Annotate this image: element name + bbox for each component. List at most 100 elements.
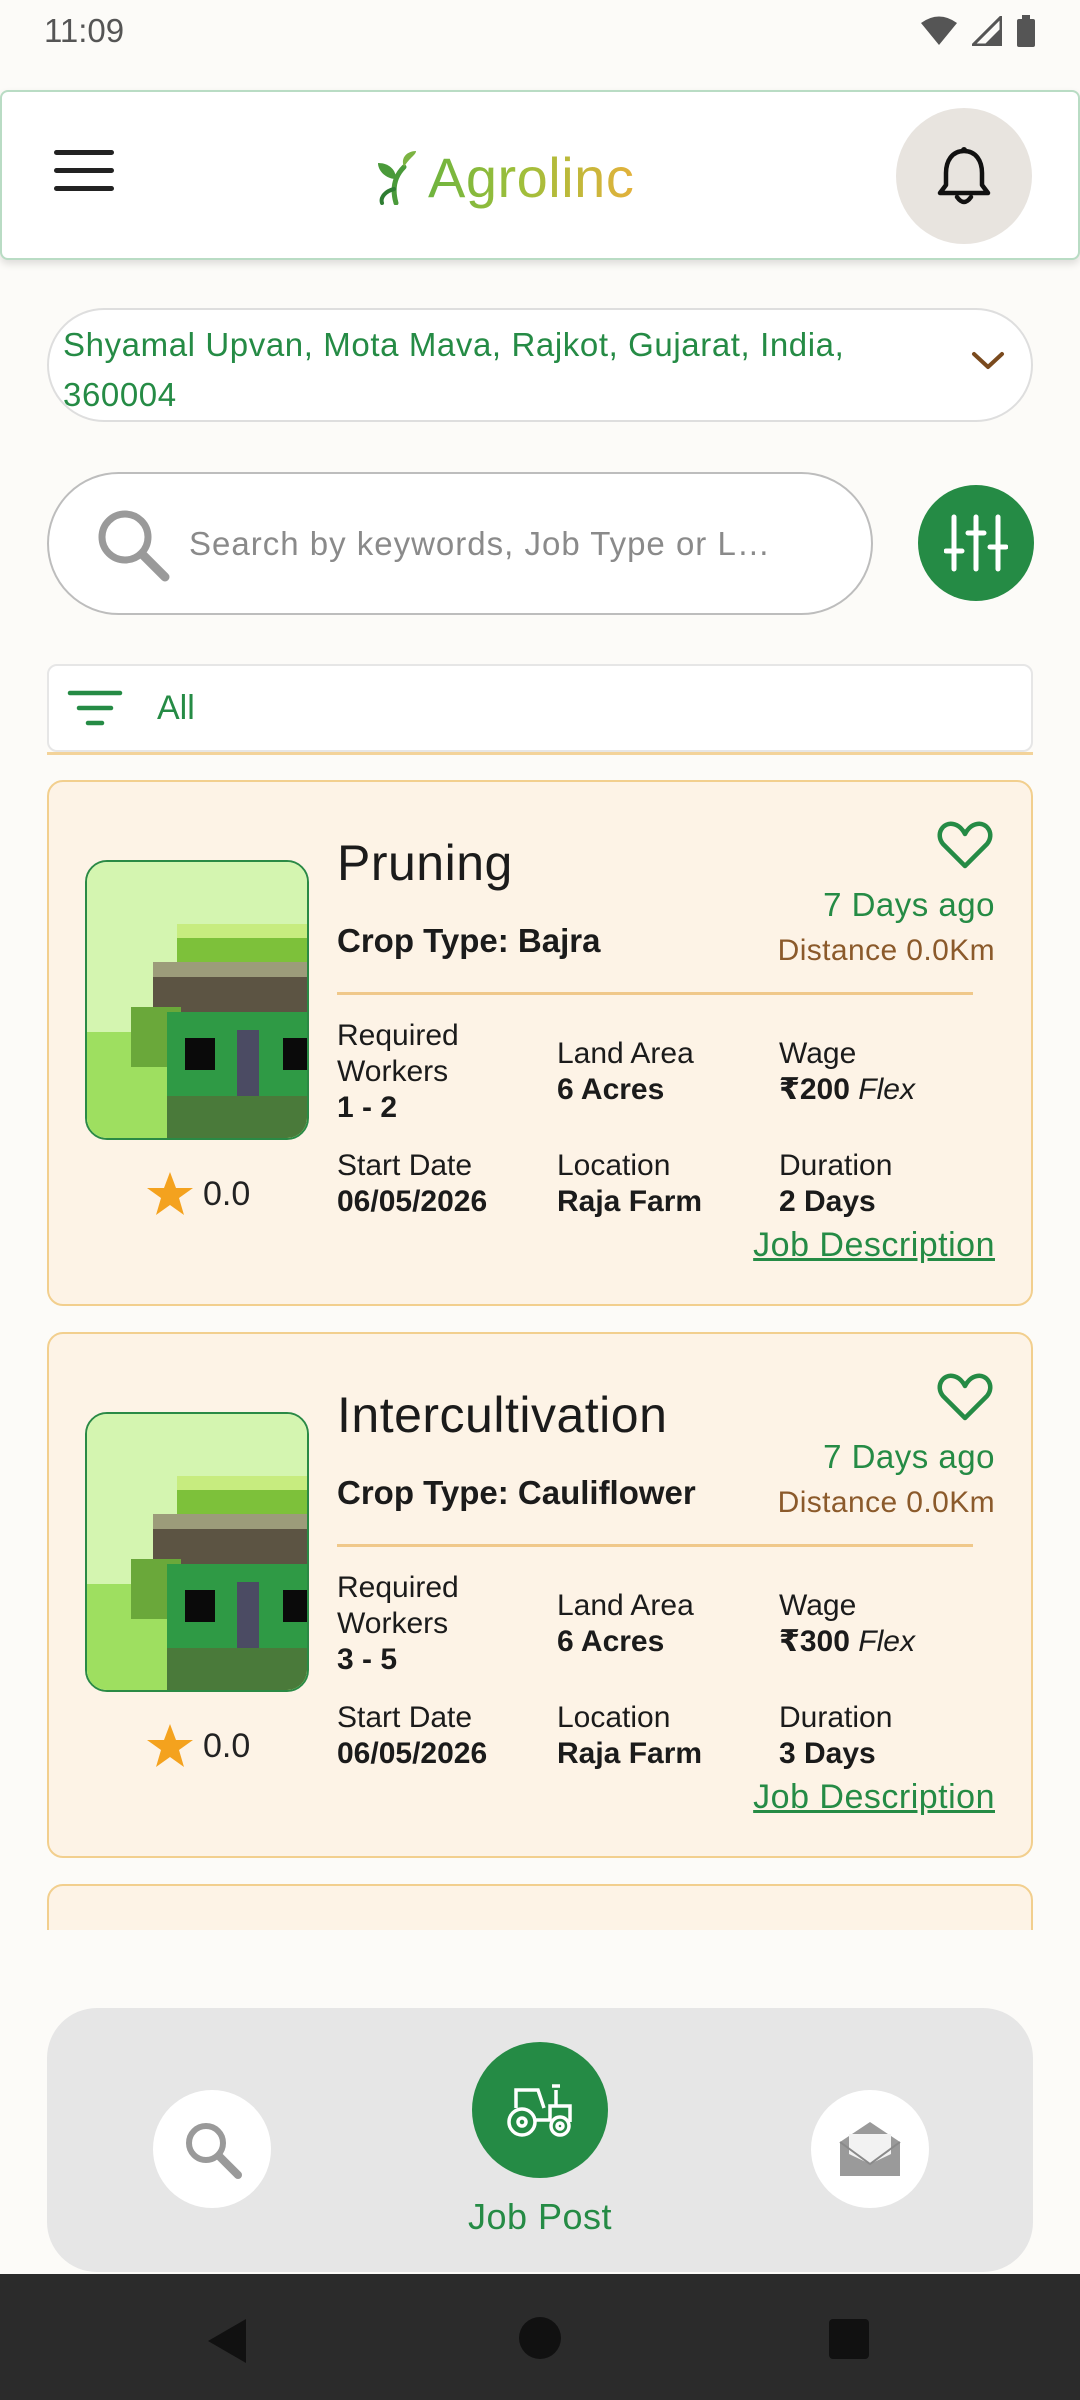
category-selected: All xyxy=(157,688,195,727)
wage: Wage ₹300 Flex xyxy=(779,1588,915,1660)
start-date-label: Start Date xyxy=(337,1701,473,1734)
distance: Distance 0.0Km xyxy=(777,934,995,967)
job-list[interactable]: 0.0 Pruning Crop Type: Bajra 7 Days ago … xyxy=(0,760,1080,1930)
nav-search-button[interactable] xyxy=(153,2090,271,2208)
distance: Distance 0.0Km xyxy=(777,1486,995,1519)
duration-label: Duration xyxy=(779,1701,893,1734)
job-card[interactable]: 0.0 Pruning Crop Type: Bajra 7 Days ago … xyxy=(47,780,1033,1306)
job-card[interactable]: 0.0 Intercultivation Crop Type: Cauliflo… xyxy=(47,1332,1033,1858)
wifi-icon xyxy=(921,16,957,45)
wage-label: Wage xyxy=(779,1589,857,1622)
envelope-open-icon xyxy=(839,2122,901,2176)
filter-settings-button[interactable] xyxy=(918,485,1034,601)
home-icon[interactable] xyxy=(518,2316,562,2360)
required-workers: Required Workers 3 - 5 xyxy=(337,1570,527,1678)
job-title: Pruning xyxy=(337,835,513,891)
farm-house-image xyxy=(87,862,307,1138)
crop-type: Crop Type: Cauliflower xyxy=(337,1474,696,1511)
cellular-signal-icon xyxy=(972,16,1002,46)
back-icon[interactable] xyxy=(204,2316,250,2366)
sliders-icon xyxy=(944,514,1008,572)
land-area-value: 6 Acres xyxy=(557,1073,665,1106)
rating-value: 0.0 xyxy=(203,1174,251,1213)
nav-job-post-label: Job Post xyxy=(467,2196,613,2237)
job-location-label: Location xyxy=(557,1701,671,1734)
rating: 0.0 xyxy=(145,1170,250,1218)
farm-house-image xyxy=(87,1414,307,1690)
duration-value: 3 Days xyxy=(779,1737,876,1770)
required-workers-value: 3 - 5 xyxy=(337,1643,398,1676)
land-area-value: 6 Acres xyxy=(557,1625,665,1658)
status-time: 11:09 xyxy=(44,12,125,49)
start-date: Start Date 06/05/2026 xyxy=(337,1148,487,1220)
wage-type: Flex xyxy=(858,1625,915,1658)
job-thumbnail xyxy=(85,1412,309,1692)
wage: Wage ₹200 Flex xyxy=(779,1036,915,1108)
wage-value: ₹300 xyxy=(779,1625,850,1658)
job-description-link[interactable]: Job Description xyxy=(753,1226,995,1265)
category-filter-bar[interactable]: All xyxy=(47,664,1033,752)
wage-label: Wage xyxy=(779,1037,857,1070)
card-divider xyxy=(337,1544,973,1547)
star-icon xyxy=(147,1724,193,1767)
required-workers-label: Required Workers xyxy=(337,1571,459,1640)
wage-value: ₹200 xyxy=(779,1073,850,1106)
app-logo: Agrolinc xyxy=(374,142,634,212)
system-navigation-bar xyxy=(0,2274,1080,2400)
star-icon xyxy=(147,1172,193,1215)
required-workers-label: Required Workers xyxy=(337,1019,459,1088)
menu-bar-2 xyxy=(54,168,114,173)
job-location-value: Raja Farm xyxy=(557,1737,703,1770)
start-date-value: 06/05/2026 xyxy=(337,1737,488,1770)
filter-list-icon xyxy=(67,690,123,726)
job-location-label: Location xyxy=(557,1149,671,1182)
chevron-down-icon xyxy=(972,352,1004,369)
battery-icon xyxy=(1017,15,1035,47)
search-icon xyxy=(98,510,170,581)
menu-bar-3 xyxy=(54,186,114,191)
location-selector[interactable]: Shyamal Upvan, Mota Mava, Rajkot, Gujara… xyxy=(47,308,1033,422)
leaf-logo-icon xyxy=(378,151,416,205)
status-icons xyxy=(920,15,1036,47)
search-bar[interactable]: Search by keywords, Job Type or L… xyxy=(47,472,873,615)
start-date-label: Start Date xyxy=(337,1149,473,1182)
land-area: Land Area 6 Acres xyxy=(557,1588,694,1660)
required-workers-value: 1 - 2 xyxy=(337,1091,398,1124)
land-area-label: Land Area xyxy=(557,1589,694,1622)
heart-icon[interactable] xyxy=(937,1372,993,1422)
location-address: Shyamal Upvan, Mota Mava, Rajkot, Gujara… xyxy=(63,326,845,413)
nav-job-post-button[interactable] xyxy=(472,2042,608,2178)
start-date: Start Date 06/05/2026 xyxy=(337,1700,487,1772)
menu-bar-1 xyxy=(54,150,114,155)
nav-messages-button[interactable] xyxy=(811,2090,929,2208)
posted-ago: 7 Days ago xyxy=(823,886,995,923)
search-icon xyxy=(186,2123,242,2179)
heart-icon[interactable] xyxy=(937,820,993,870)
app-header: Agrolinc xyxy=(0,90,1080,260)
land-area-label: Land Area xyxy=(557,1037,694,1070)
recents-icon[interactable] xyxy=(828,2318,870,2360)
notification-button[interactable] xyxy=(896,108,1032,244)
land-area: Land Area 6 Acres xyxy=(557,1036,694,1108)
wage-type: Flex xyxy=(858,1073,915,1106)
duration: Duration 2 Days xyxy=(779,1148,892,1220)
card-divider xyxy=(337,992,973,995)
bottom-navigation: Job Post xyxy=(47,2008,1033,2272)
hamburger-menu-button[interactable] xyxy=(54,150,114,200)
job-title: Intercultivation xyxy=(337,1387,668,1443)
rating: 0.0 xyxy=(145,1722,250,1770)
duration-value: 2 Days xyxy=(779,1185,876,1218)
job-location-value: Raja Farm xyxy=(557,1185,703,1218)
job-location: Location Raja Farm xyxy=(557,1700,702,1772)
posted-ago: 7 Days ago xyxy=(823,1438,995,1475)
rating-value: 0.0 xyxy=(203,1726,251,1765)
job-card[interactable] xyxy=(47,1884,1033,1930)
search-input[interactable]: Search by keywords, Job Type or L… xyxy=(189,525,829,563)
tractor-icon xyxy=(507,2084,572,2137)
bell-icon xyxy=(937,147,991,205)
category-divider xyxy=(47,752,1033,755)
status-bar: 11:09 xyxy=(0,0,1080,62)
job-description-link[interactable]: Job Description xyxy=(753,1778,995,1817)
job-thumbnail xyxy=(85,860,309,1140)
crop-type: Crop Type: Bajra xyxy=(337,922,601,959)
